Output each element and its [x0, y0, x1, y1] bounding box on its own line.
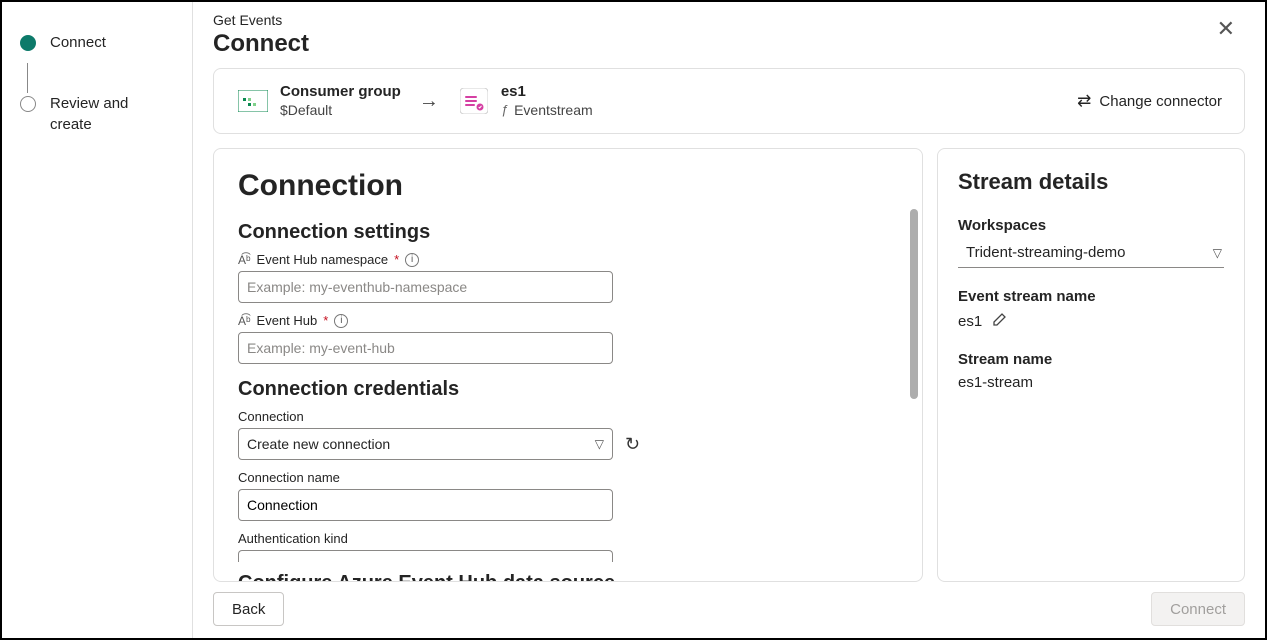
step-bullet — [20, 96, 36, 112]
workspace-selected-value: Trident-streaming-demo — [966, 244, 1126, 261]
step-label: Review and create — [50, 93, 174, 135]
refresh-button[interactable]: ↻ — [625, 434, 640, 455]
chevron-down-icon: ▽ — [1213, 246, 1222, 260]
close-button[interactable]: ✕ — [1207, 12, 1245, 46]
pencil-icon — [992, 311, 1008, 327]
stream-name-label: Stream name — [958, 351, 1224, 368]
back-button[interactable]: Back — [213, 592, 284, 626]
consumer-group-icon — [236, 88, 270, 114]
breadcrumb: Get Events — [213, 12, 309, 28]
change-connector-label: Change connector — [1099, 93, 1222, 110]
field-connection: Connection Create new connection ▽ ↻ — [238, 409, 898, 460]
required-indicator: * — [323, 313, 328, 328]
section-configure-heading: Configure Azure Event Hub data source — [238, 572, 898, 582]
wizard-step-review[interactable]: Review and create — [20, 93, 174, 135]
edit-button[interactable] — [992, 311, 1008, 331]
connector-source-title: Consumer group — [280, 83, 401, 102]
connect-button-label: Connect — [1170, 601, 1226, 618]
stream-details-panel: Stream details Workspaces Trident-stream… — [937, 148, 1245, 582]
wizard-nav: Connect Review and create — [2, 2, 193, 638]
workspace-select[interactable]: Trident-streaming-demo ▽ — [958, 240, 1224, 268]
connector-target-subtitle: Eventstream — [514, 102, 593, 120]
details-heading: Stream details — [958, 169, 1224, 195]
eventstream-name-label: Event stream name — [958, 288, 1224, 305]
stream-name-value: es1-stream — [958, 374, 1224, 391]
field-label: Event Hub — [257, 313, 318, 328]
refresh-icon: ↻ — [625, 434, 640, 454]
step-connector-line — [27, 63, 28, 93]
field-label: Connection — [238, 409, 304, 424]
back-button-label: Back — [232, 601, 265, 618]
field-label: Authentication kind — [238, 531, 348, 546]
eventhub-namespace-input[interactable] — [238, 271, 613, 303]
section-credentials-heading: Connection credentials — [238, 378, 898, 401]
connector-target-title: es1 — [501, 83, 593, 102]
swap-icon: ⇄ — [1077, 91, 1091, 111]
required-indicator: * — [394, 252, 399, 267]
form-heading: Connection — [238, 169, 898, 203]
connection-name-input[interactable] — [238, 489, 613, 521]
field-eventhub: A͡ᵇ Event Hub * i — [238, 313, 898, 364]
connect-button[interactable]: Connect — [1151, 592, 1245, 626]
arrow-right-icon: → — [415, 90, 443, 113]
text-type-icon: A͡ᵇ — [238, 253, 251, 267]
close-icon: ✕ — [1217, 16, 1235, 41]
eventhub-input[interactable] — [238, 332, 613, 364]
eventstream-name-value: es1 — [958, 313, 982, 330]
workspaces-label: Workspaces — [958, 217, 1224, 234]
info-icon[interactable]: i — [405, 253, 419, 267]
scrollbar[interactable] — [910, 209, 918, 569]
connector-target: es1 ƒ Eventstream — [457, 83, 593, 119]
wizard-step-connect[interactable]: Connect — [20, 32, 174, 53]
connection-form-panel: Connection Connection settings A͡ᵇ Event… — [213, 148, 923, 582]
auth-kind-input-truncated[interactable] — [238, 550, 613, 562]
connector-source: Consumer group $Default — [236, 83, 401, 119]
info-icon[interactable]: i — [334, 314, 348, 328]
change-connector-button[interactable]: ⇄ Change connector — [1077, 91, 1222, 111]
step-bullet-active — [20, 35, 36, 51]
stream-glyph-icon: ƒ — [501, 102, 508, 118]
connection-selected-value: Create new connection — [247, 436, 390, 452]
eventstream-icon — [457, 88, 491, 114]
connection-select[interactable]: Create new connection ▽ — [238, 428, 613, 460]
connector-source-subtitle: $Default — [280, 102, 401, 120]
section-settings-heading: Connection settings — [238, 221, 898, 244]
page-title: Connect — [213, 30, 309, 58]
field-auth-kind: Authentication kind — [238, 531, 898, 562]
field-label: Connection name — [238, 470, 340, 485]
field-label: Event Hub namespace — [257, 252, 389, 267]
field-connection-name: Connection name — [238, 470, 898, 521]
footer: Back Connect — [213, 582, 1245, 638]
field-eventhub-namespace: A͡ᵇ Event Hub namespace * i — [238, 252, 898, 303]
chevron-down-icon: ▽ — [595, 437, 604, 451]
step-label: Connect — [50, 32, 106, 53]
text-type-icon: A͡ᵇ — [238, 314, 251, 328]
connector-banner: Consumer group $Default → — [213, 68, 1245, 134]
scrollbar-thumb[interactable] — [910, 209, 918, 399]
